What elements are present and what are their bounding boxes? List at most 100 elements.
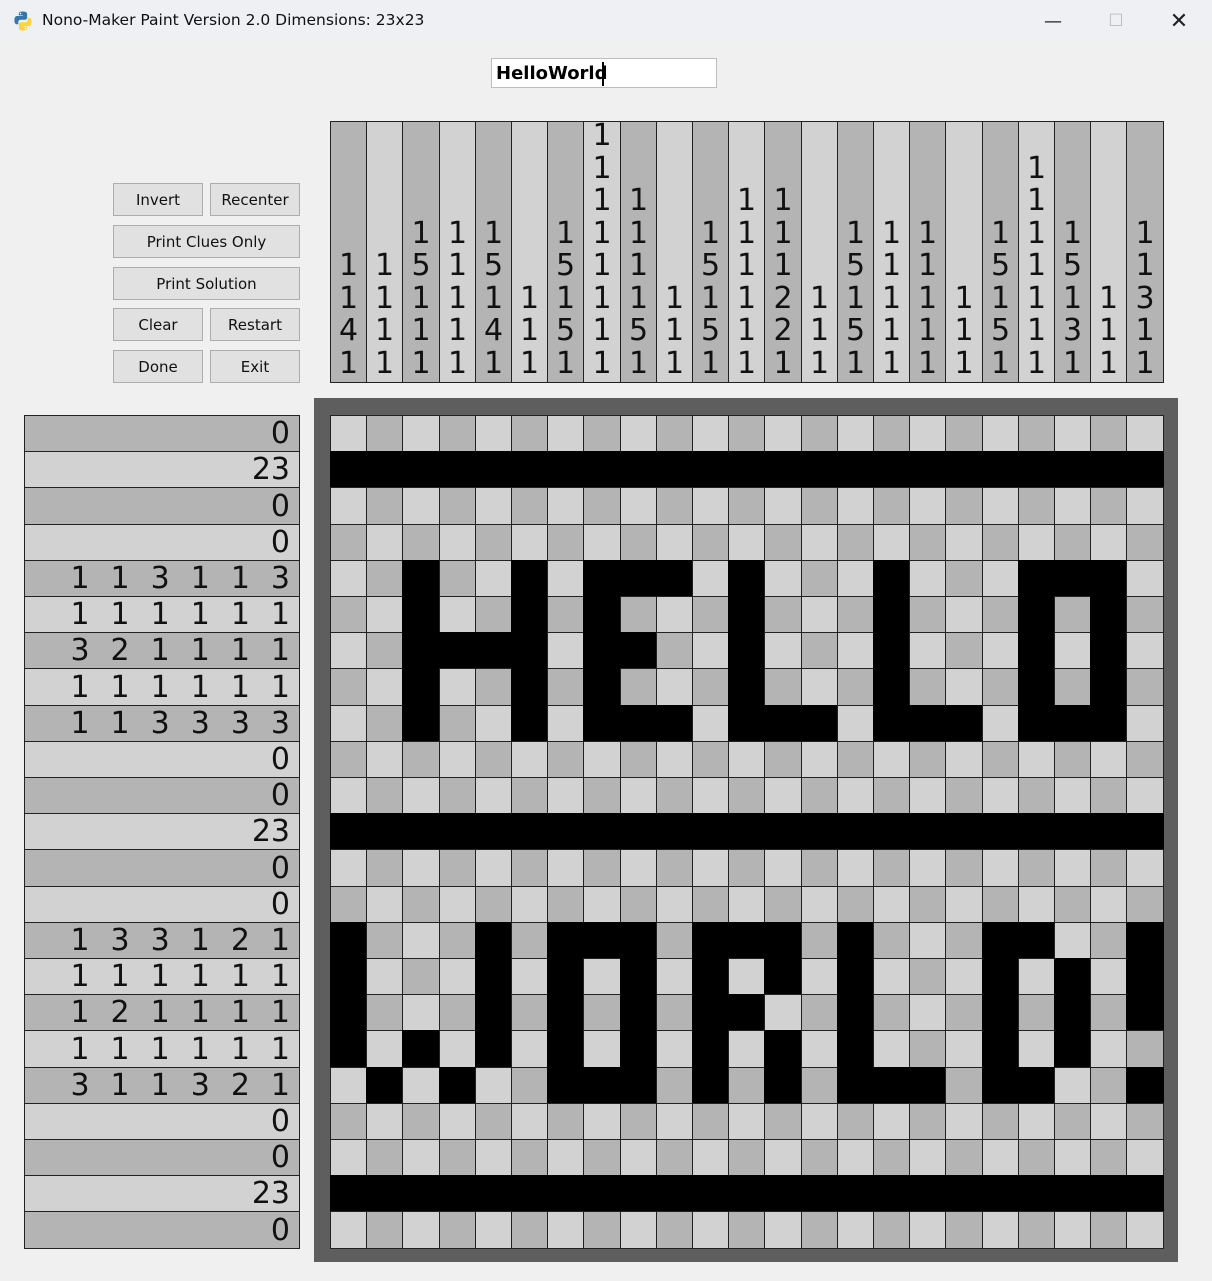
grid-cell[interactable] [692, 1175, 729, 1212]
grid-cell[interactable] [1090, 668, 1127, 706]
grid-cell[interactable] [764, 849, 802, 887]
grid-cell[interactable] [692, 813, 729, 850]
grid-cell[interactable] [837, 777, 874, 814]
grid-cell[interactable] [1054, 958, 1091, 995]
grid-cell[interactable] [1090, 813, 1127, 850]
grid-cell[interactable] [692, 922, 729, 959]
grid-cell[interactable] [764, 1211, 802, 1249]
grid-cell[interactable] [1090, 1067, 1127, 1104]
grid-cell[interactable] [909, 487, 946, 525]
grid-cell[interactable] [439, 1211, 476, 1249]
grid-cell[interactable] [656, 451, 693, 488]
grid-cell[interactable] [366, 994, 403, 1031]
grid-cell[interactable] [1126, 922, 1164, 959]
grid-cell[interactable] [366, 1175, 403, 1212]
grid-cell[interactable] [801, 632, 838, 669]
grid-cell[interactable] [873, 1139, 910, 1176]
grid-cell[interactable] [1090, 1211, 1127, 1249]
grid-cell[interactable] [330, 1103, 367, 1140]
grid-cell[interactable] [620, 994, 657, 1031]
grid-cell[interactable] [620, 668, 657, 706]
grid-cell[interactable] [656, 741, 693, 778]
grid-cell[interactable] [330, 1139, 367, 1176]
grid-cell[interactable] [1126, 1211, 1164, 1249]
grid-cell[interactable] [511, 777, 548, 814]
grid-cell[interactable] [620, 596, 657, 633]
grid-cell[interactable] [583, 451, 621, 488]
grid-cell[interactable] [692, 849, 729, 887]
grid-cell[interactable] [728, 813, 765, 850]
grid-cell[interactable] [547, 777, 584, 814]
grid-cell[interactable] [656, 487, 693, 525]
grid-cell[interactable] [728, 886, 765, 923]
grid-cell[interactable] [330, 705, 367, 742]
grid-cell[interactable] [511, 596, 548, 633]
grid-cell[interactable] [620, 415, 657, 452]
grid-cell[interactable] [330, 958, 367, 995]
grid-cell[interactable] [1126, 1175, 1164, 1212]
grid-cell[interactable] [764, 524, 802, 561]
grid-cell[interactable] [945, 922, 983, 959]
restart-button[interactable]: Restart [210, 308, 300, 341]
grid-cell[interactable] [801, 705, 838, 742]
grid-cell[interactable] [1126, 668, 1164, 706]
grid-cell[interactable] [764, 1030, 802, 1068]
grid-cell[interactable] [547, 1103, 584, 1140]
minimize-button[interactable]: — [1022, 0, 1084, 42]
grid-cell[interactable] [439, 1139, 476, 1176]
grid-cell[interactable] [1090, 487, 1127, 525]
grid-cell[interactable] [945, 632, 983, 669]
grid-cell[interactable] [873, 777, 910, 814]
grid-cell[interactable] [945, 1103, 983, 1140]
grid-cell[interactable] [475, 1030, 512, 1068]
grid-cell[interactable] [439, 668, 476, 706]
grid-cell[interactable] [330, 922, 367, 959]
grid-cell[interactable] [982, 849, 1019, 887]
grid-cell[interactable] [909, 1211, 946, 1249]
grid-cell[interactable] [656, 777, 693, 814]
grid-cell[interactable] [1054, 813, 1091, 850]
grid-cell[interactable] [620, 1067, 657, 1104]
grid-cell[interactable] [656, 849, 693, 887]
grid-cell[interactable] [1018, 1139, 1055, 1176]
grid-cell[interactable] [620, 451, 657, 488]
grid-cell[interactable] [366, 958, 403, 995]
grid-cell[interactable] [801, 560, 838, 597]
grid-cell[interactable] [583, 1067, 621, 1104]
grid-cell[interactable] [837, 994, 874, 1031]
grid-cell[interactable] [982, 1067, 1019, 1104]
grid-cell[interactable] [1126, 1139, 1164, 1176]
grid-cell[interactable] [909, 1067, 946, 1104]
grid-cell[interactable] [728, 922, 765, 959]
grid-cell[interactable] [764, 994, 802, 1031]
grid-cell[interactable] [1054, 1030, 1091, 1068]
grid-cell[interactable] [330, 487, 367, 525]
grid-cell[interactable] [764, 705, 802, 742]
grid-cell[interactable] [764, 1139, 802, 1176]
grid-cell[interactable] [583, 849, 621, 887]
grid-cell[interactable] [1054, 668, 1091, 706]
grid-cell[interactable] [692, 1030, 729, 1068]
grid-cell[interactable] [402, 560, 440, 597]
grid-cell[interactable] [692, 415, 729, 452]
grid-cell[interactable] [837, 487, 874, 525]
grid-cell[interactable] [728, 560, 765, 597]
grid-cell[interactable] [945, 705, 983, 742]
grid-cell[interactable] [873, 487, 910, 525]
grid-cell[interactable] [801, 524, 838, 561]
grid-cell[interactable] [692, 560, 729, 597]
grid-cell[interactable] [764, 813, 802, 850]
grid-cell[interactable] [909, 596, 946, 633]
grid-cell[interactable] [402, 524, 440, 561]
grid-cell[interactable] [620, 632, 657, 669]
grid-cell[interactable] [1126, 994, 1164, 1031]
grid-cell[interactable] [692, 886, 729, 923]
done-button[interactable]: Done [113, 350, 203, 383]
grid-cell[interactable] [982, 705, 1019, 742]
grid-cell[interactable] [583, 922, 621, 959]
grid-cell[interactable] [1126, 886, 1164, 923]
grid-cell[interactable] [1126, 524, 1164, 561]
grid-cell[interactable] [547, 1030, 584, 1068]
grid-cell[interactable] [1018, 994, 1055, 1031]
grid-cell[interactable] [330, 1030, 367, 1068]
